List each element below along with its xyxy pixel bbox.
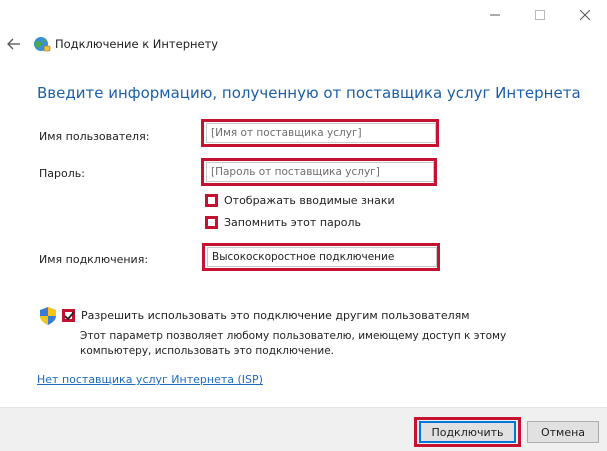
back-button[interactable] — [4, 33, 24, 55]
minimize-button[interactable] — [472, 0, 517, 30]
username-label: Имя пользователя: — [39, 130, 150, 143]
no-isp-link[interactable]: Нет поставщика услуг Интернета (ISP) — [37, 373, 263, 386]
share-connection-description: Этот параметр позволяет любому пользоват… — [80, 330, 507, 357]
share-connection-option[interactable]: Разрешить использовать это подключение д… — [62, 309, 470, 322]
minimize-icon — [489, 14, 500, 16]
username-input[interactable] — [206, 123, 436, 143]
share-connection-label: Разрешить использовать это подключение д… — [81, 309, 470, 322]
uac-shield-icon — [40, 307, 56, 325]
connect-button[interactable]: Подключить — [419, 421, 516, 443]
remember-password-label: Запомнить этот пароль — [224, 216, 361, 229]
show-chars-checkbox[interactable] — [205, 194, 218, 207]
connection-name-label: Имя подключения: — [39, 253, 149, 266]
window-controls — [472, 0, 607, 30]
remember-password-option[interactable]: Запомнить этот пароль — [205, 216, 361, 229]
maximize-button[interactable] — [517, 0, 562, 30]
cancel-button[interactable]: Отмена — [527, 421, 599, 443]
page-heading: Введите информацию, полученную от постав… — [37, 84, 581, 102]
maximize-icon — [534, 10, 545, 20]
show-chars-option[interactable]: Отображать вводимые знаки — [205, 194, 395, 207]
footer-bar: Подключить Отмена — [0, 407, 607, 451]
password-input[interactable] — [206, 162, 434, 182]
connection-name-input[interactable] — [207, 247, 437, 267]
checkmark-icon — [64, 311, 75, 321]
show-chars-label: Отображать вводимые знаки — [224, 194, 395, 207]
arrow-left-icon — [7, 38, 20, 50]
close-icon — [579, 10, 590, 20]
remember-password-checkbox[interactable] — [205, 216, 218, 229]
password-label: Пароль: — [39, 167, 85, 180]
globe-network-icon — [34, 37, 51, 52]
share-connection-checkbox[interactable] — [62, 309, 75, 322]
wizard-title: Подключение к Интернету — [55, 37, 219, 51]
close-button[interactable] — [562, 0, 607, 30]
